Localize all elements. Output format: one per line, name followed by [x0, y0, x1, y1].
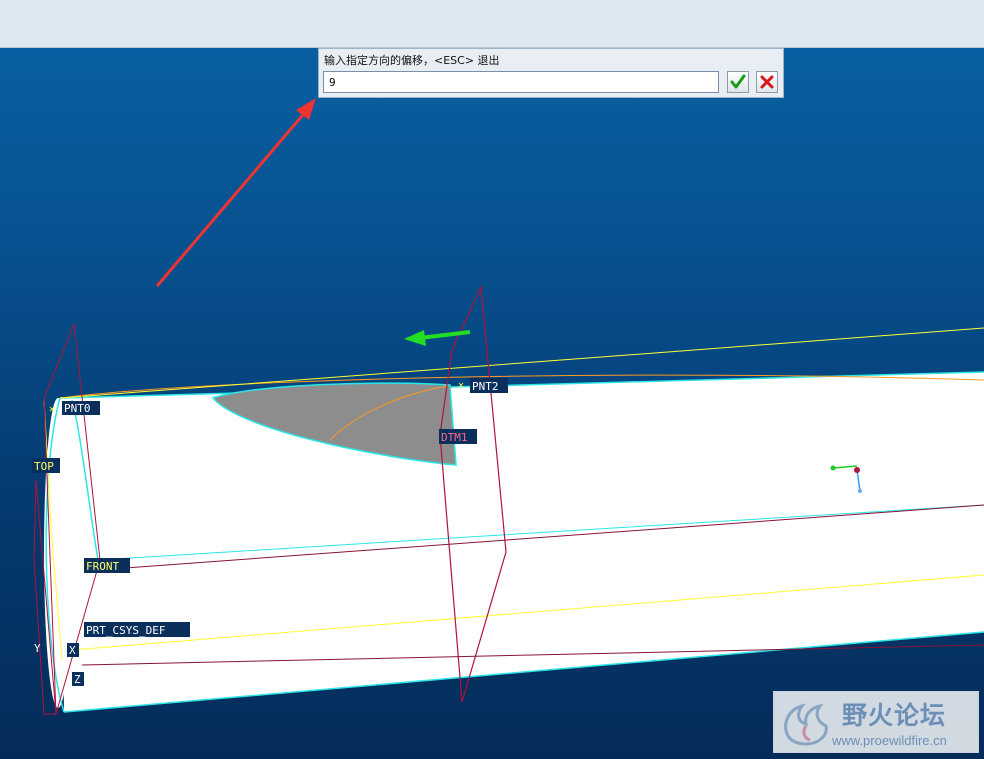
- annotation-arrow: [155, 98, 316, 287]
- front-label[interactable]: FRONT: [84, 558, 130, 573]
- svg-text:Y: Y: [34, 642, 41, 655]
- svg-text:TOP: TOP: [34, 460, 54, 473]
- csys-label[interactable]: PRT_CSYS_DEF: [84, 622, 190, 637]
- drag-direction-handle[interactable]: [404, 330, 471, 346]
- forum-watermark: 野火论坛 www.proewildfire.cn: [773, 691, 979, 753]
- 3d-viewport[interactable]: ✕ PNT0 ✕ PNT2 DTM1 TOP FRONT PRT_CSYS_DE…: [0, 0, 984, 759]
- svg-text:PNT2: PNT2: [472, 380, 499, 393]
- svg-text:FRONT: FRONT: [86, 560, 119, 573]
- watermark-url: www.proewildfire.cn: [832, 733, 947, 748]
- svg-text:DTM1: DTM1: [441, 431, 468, 444]
- watermark-title: 野火论坛: [842, 701, 947, 730]
- svg-text:PRT_CSYS_DEF: PRT_CSYS_DEF: [86, 624, 165, 637]
- flame-logo-icon: [784, 703, 828, 746]
- cylinder-part[interactable]: [44, 371, 984, 713]
- top-label[interactable]: TOP: [32, 458, 60, 473]
- svg-text:✕: ✕: [49, 404, 55, 415]
- svg-text:X: X: [69, 644, 76, 657]
- svg-text:Z: Z: [74, 673, 81, 686]
- svg-text:PNT0: PNT0: [64, 402, 91, 415]
- dtm1-label[interactable]: DTM1: [439, 429, 477, 444]
- svg-text:✕: ✕: [458, 380, 464, 391]
